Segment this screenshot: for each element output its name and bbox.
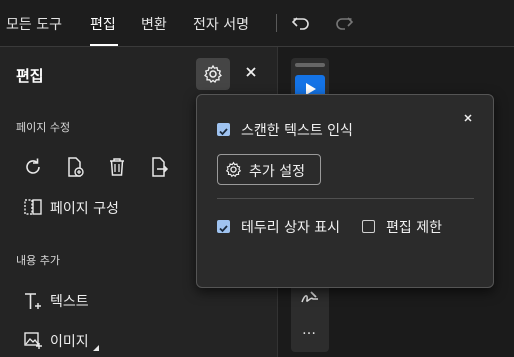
tab-edit[interactable]: 편집 xyxy=(90,14,116,34)
ocr-label: 스캔한 텍스트 인식 xyxy=(241,123,353,139)
extract-page-icon[interactable] xyxy=(148,156,170,178)
more-settings-button[interactable]: 추가 설정 xyxy=(217,154,321,185)
redo-icon[interactable] xyxy=(334,13,354,33)
organize-pages-link[interactable]: 페이지 구성 xyxy=(50,198,119,218)
add-text-icon xyxy=(25,293,41,309)
delete-icon[interactable] xyxy=(106,156,128,178)
toolbar-divider xyxy=(276,14,277,32)
checkmark-icon xyxy=(219,128,228,136)
rotate-icon[interactable] xyxy=(22,156,44,178)
add-text-button[interactable]: 텍스트 xyxy=(50,291,89,311)
gear-icon xyxy=(204,64,222,83)
add-image-icon xyxy=(24,332,42,349)
panel-settings-button[interactable] xyxy=(196,58,230,90)
restrict-editing-checkbox[interactable] xyxy=(362,220,375,233)
insert-page-icon[interactable] xyxy=(64,156,86,178)
section-page-edit: 페이지 수정 xyxy=(16,121,71,134)
edit-settings-popover: 스캔한 텍스트 인식 추가 설정 테두리 상자 표시 편집 제한 xyxy=(196,94,494,288)
tab-all-tools[interactable]: 모든 도구 xyxy=(6,14,62,34)
add-image-button[interactable]: 이미지 xyxy=(50,331,89,351)
checkmark-icon xyxy=(219,225,228,233)
more-tools-button[interactable]: … xyxy=(302,322,316,338)
close-popover-icon[interactable] xyxy=(462,112,474,124)
gear-icon xyxy=(225,161,242,178)
signature-icon[interactable] xyxy=(299,286,321,308)
bounding-box-checkbox[interactable] xyxy=(217,220,230,233)
more-settings-label: 추가 설정 xyxy=(249,164,305,180)
panel-title: 편집 xyxy=(16,67,44,85)
bounding-box-label: 테두리 상자 표시 xyxy=(241,220,341,236)
ocr-checkbox[interactable] xyxy=(217,123,230,136)
tab-e-sign[interactable]: 전자 서명 xyxy=(193,14,249,34)
tab-convert[interactable]: 변환 xyxy=(141,14,167,34)
top-nav-bar: 모든 도구 편집 변환 전자 서명 xyxy=(0,0,514,47)
active-tab-indicator xyxy=(90,44,118,46)
undo-icon[interactable] xyxy=(291,13,311,33)
close-panel-icon[interactable] xyxy=(243,64,259,80)
toolbar-grip xyxy=(295,63,325,67)
section-add-content: 내용 추가 xyxy=(16,254,60,267)
restrict-editing-label: 편집 제한 xyxy=(386,220,442,236)
organize-pages-icon xyxy=(24,199,42,215)
dropdown-corner-icon xyxy=(93,345,99,351)
popover-divider xyxy=(217,198,474,199)
